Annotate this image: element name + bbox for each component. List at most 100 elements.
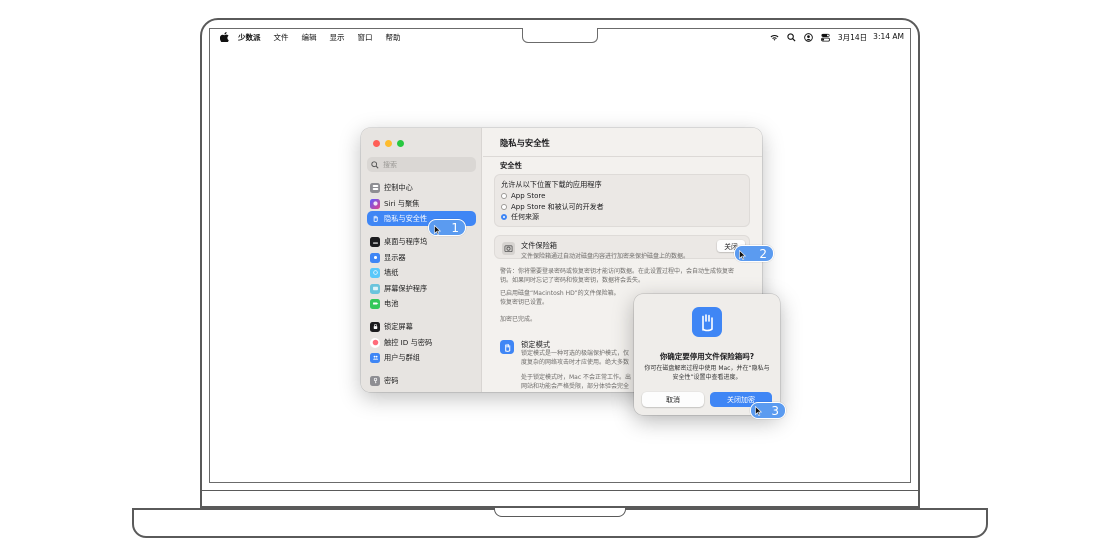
laptop-base-notch	[494, 508, 626, 517]
cancel-button[interactable]: 取消	[642, 392, 704, 407]
cursor-icon	[755, 406, 762, 416]
menubar-time: 3:14 AM	[873, 31, 904, 41]
disable-filevault-dialog: 你确定要停用文件保险箱吗? 你可在磁盘解密过程中使用 Mac，并在“隐私与安全性…	[634, 294, 780, 415]
radio-anywhere[interactable]: 任何来源	[501, 212, 539, 222]
sidebar-item-users-groups[interactable]: 用户与群组	[367, 350, 476, 365]
hand-icon	[370, 213, 380, 224]
sidebar-item-control-center[interactable]: 控制中心	[367, 180, 476, 195]
hand-icon	[692, 307, 722, 337]
sidebar-item-label: 锁定屏幕	[384, 321, 413, 331]
cursor-icon	[739, 250, 746, 260]
header-divider	[483, 156, 762, 157]
filevault-icon	[502, 242, 515, 255]
camera-notch	[522, 28, 598, 43]
menu-help[interactable]: 帮助	[386, 32, 401, 43]
download-sources-title: 允许从以下位置下载的应用程序	[501, 180, 602, 189]
section-heading-security: 安全性	[500, 161, 522, 170]
siri-icon	[370, 198, 380, 209]
sidebar-item-label: 电池	[384, 298, 399, 308]
screen: 少数派 文件 编辑 显示 窗口 帮助 3月14日 3:14 AM 搜索 控制中心…	[209, 28, 911, 483]
dialog-message: 你可在磁盘解密过程中使用 Mac，并在“隐私与安全性”设置中查看进度。	[644, 365, 770, 381]
dock-icon	[370, 236, 380, 247]
menu-window[interactable]: 窗口	[358, 32, 373, 43]
sidebar-item-label: 隐私与安全性	[384, 213, 428, 223]
display-icon	[370, 252, 380, 263]
wifi-icon[interactable]	[770, 33, 779, 42]
close-window-button[interactable]	[373, 140, 380, 147]
sidebar-item-label: 密码	[384, 375, 399, 385]
sidebar-item-label: 用户与群组	[384, 352, 420, 362]
filevault-row: 文件保险箱 文件保险箱通过自动对磁盘内容进行加密来保护磁盘上的数据。 关闭	[494, 235, 750, 260]
lockdown-description: 锁定模式是一种可选的极端保护模式，仅 度复杂的网络攻击时才应使用。绝大多数	[521, 350, 629, 367]
lockdown-mode-title: 锁定模式	[521, 340, 551, 349]
menu-view[interactable]: 显示	[330, 32, 345, 43]
sidebar-item-screensaver[interactable]: 屏幕保护程序	[367, 281, 476, 296]
screensaver-icon	[370, 283, 380, 294]
menu-edit[interactable]: 编辑	[302, 32, 317, 43]
sidebar-item-siri[interactable]: Siri 与聚焦	[367, 196, 476, 211]
radio-button[interactable]	[501, 193, 507, 199]
user-icon[interactable]	[804, 32, 813, 42]
menu-app-name[interactable]: 少数派	[238, 32, 261, 43]
sidebar-item-label: 显示器	[384, 252, 406, 262]
menu-file[interactable]: 文件	[274, 32, 289, 43]
page-title: 隐私与安全性	[500, 138, 550, 148]
sidebar-item-lock-screen[interactable]: 锁定屏幕	[367, 319, 476, 334]
control-center-icon	[370, 182, 380, 193]
key-icon	[370, 375, 380, 386]
sidebar-item-label: 屏幕保护程序	[384, 283, 428, 293]
minimize-window-button[interactable]	[385, 140, 392, 147]
filevault-title: 文件保险箱	[521, 241, 557, 250]
search-placeholder: 搜索	[383, 160, 397, 169]
sidebar-item-passwords[interactable]: 密码	[367, 373, 476, 388]
cursor-icon	[434, 225, 441, 235]
dialog-title: 你确定要停用文件保险箱吗?	[659, 352, 755, 361]
sidebar-item-wallpaper[interactable]: 墙纸	[367, 265, 476, 280]
radio-button[interactable]	[501, 204, 507, 210]
sidebar-item-touch-id[interactable]: 触控 ID 与密码	[367, 335, 476, 350]
hand-icon	[500, 340, 514, 354]
control-center-icon[interactable]	[820, 33, 830, 42]
apple-logo-icon[interactable]	[220, 31, 229, 43]
encryption-status: 加密已完成。	[500, 316, 537, 323]
sidebar-item-label: Siri 与聚焦	[384, 198, 420, 208]
settings-sidebar: 搜索 控制中心 Siri 与聚焦 隐私与安全性 桌面与程序坞 显示器 墙纸 屏幕…	[361, 128, 482, 392]
sidebar-item-label: 墙纸	[384, 267, 399, 277]
laptop-hinge	[200, 490, 920, 508]
touch-id-icon	[370, 337, 380, 348]
lock-screen-icon	[370, 321, 380, 332]
radio-app-store-identified[interactable]: App Store 和被认可的开发者	[501, 202, 604, 212]
lockdown-line: 锁定模式是一种可选的极端保护模式，仅	[521, 350, 630, 357]
sidebar-item-battery[interactable]: 电池	[367, 296, 476, 311]
battery-icon	[370, 298, 380, 309]
status-line: 已启用磁盘“Macintosh HD”的文件保险箱。	[500, 290, 620, 297]
sidebar-item-label: 桌面与程序坞	[384, 236, 428, 246]
spotlight-search-icon[interactable]	[787, 32, 796, 42]
sidebar-search-input[interactable]: 搜索	[367, 157, 476, 172]
menubar-date: 3月14日	[837, 32, 868, 42]
status-line: 恢复密钥已设置。	[500, 298, 549, 306]
sidebar-item-label: 触控 ID 与密码	[384, 337, 433, 347]
warning-line: 钥。如果同时忘记了密码和恢复密钥，数据将会丢失。	[500, 276, 645, 284]
warning-line: 警告：你将需要登录密码或恢复密钥才能访问数据。在此设置过程中，会自动生成恢复密	[500, 268, 735, 275]
lockdown-description-2: 处于锁定模式时，Mac 不会正常工作。出 网站和功能会严格受限，部分体验会完全	[521, 374, 631, 391]
filevault-status: 已启用磁盘“Macintosh HD”的文件保险箱。 恢复密钥已设置。	[500, 290, 620, 307]
lockdown-line: 处于锁定模式时，Mac 不会正常工作。出	[521, 374, 632, 381]
wallpaper-icon	[370, 267, 380, 278]
download-sources-group: 允许从以下位置下载的应用程序 App Store App Store 和被认可的…	[494, 174, 750, 227]
zoom-window-button[interactable]	[397, 140, 404, 147]
sidebar-item-displays[interactable]: 显示器	[367, 250, 476, 265]
filevault-warning: 警告：你将需要登录密码或恢复密钥才能访问数据。在此设置过程中，会自动生成恢复密 …	[500, 268, 734, 285]
menubar-clock[interactable]: 3月14日 3:14 AM	[838, 32, 904, 43]
sidebar-item-label: 控制中心	[384, 182, 413, 192]
lockdown-line: 网站和功能会严格受限，部分体验会完全	[521, 382, 630, 390]
window-controls	[373, 140, 404, 147]
radio-label: App Store	[511, 192, 546, 200]
radio-app-store[interactable]: App Store	[501, 192, 545, 200]
filevault-description: 文件保险箱通过自动对磁盘内容进行加密来保护磁盘上的数据。	[521, 253, 690, 260]
radio-button-selected[interactable]	[501, 214, 507, 220]
search-icon	[371, 160, 379, 169]
users-icon	[370, 352, 380, 363]
sidebar-item-desktop-dock[interactable]: 桌面与程序坞	[367, 234, 476, 249]
radio-label: 任何来源	[511, 213, 539, 221]
